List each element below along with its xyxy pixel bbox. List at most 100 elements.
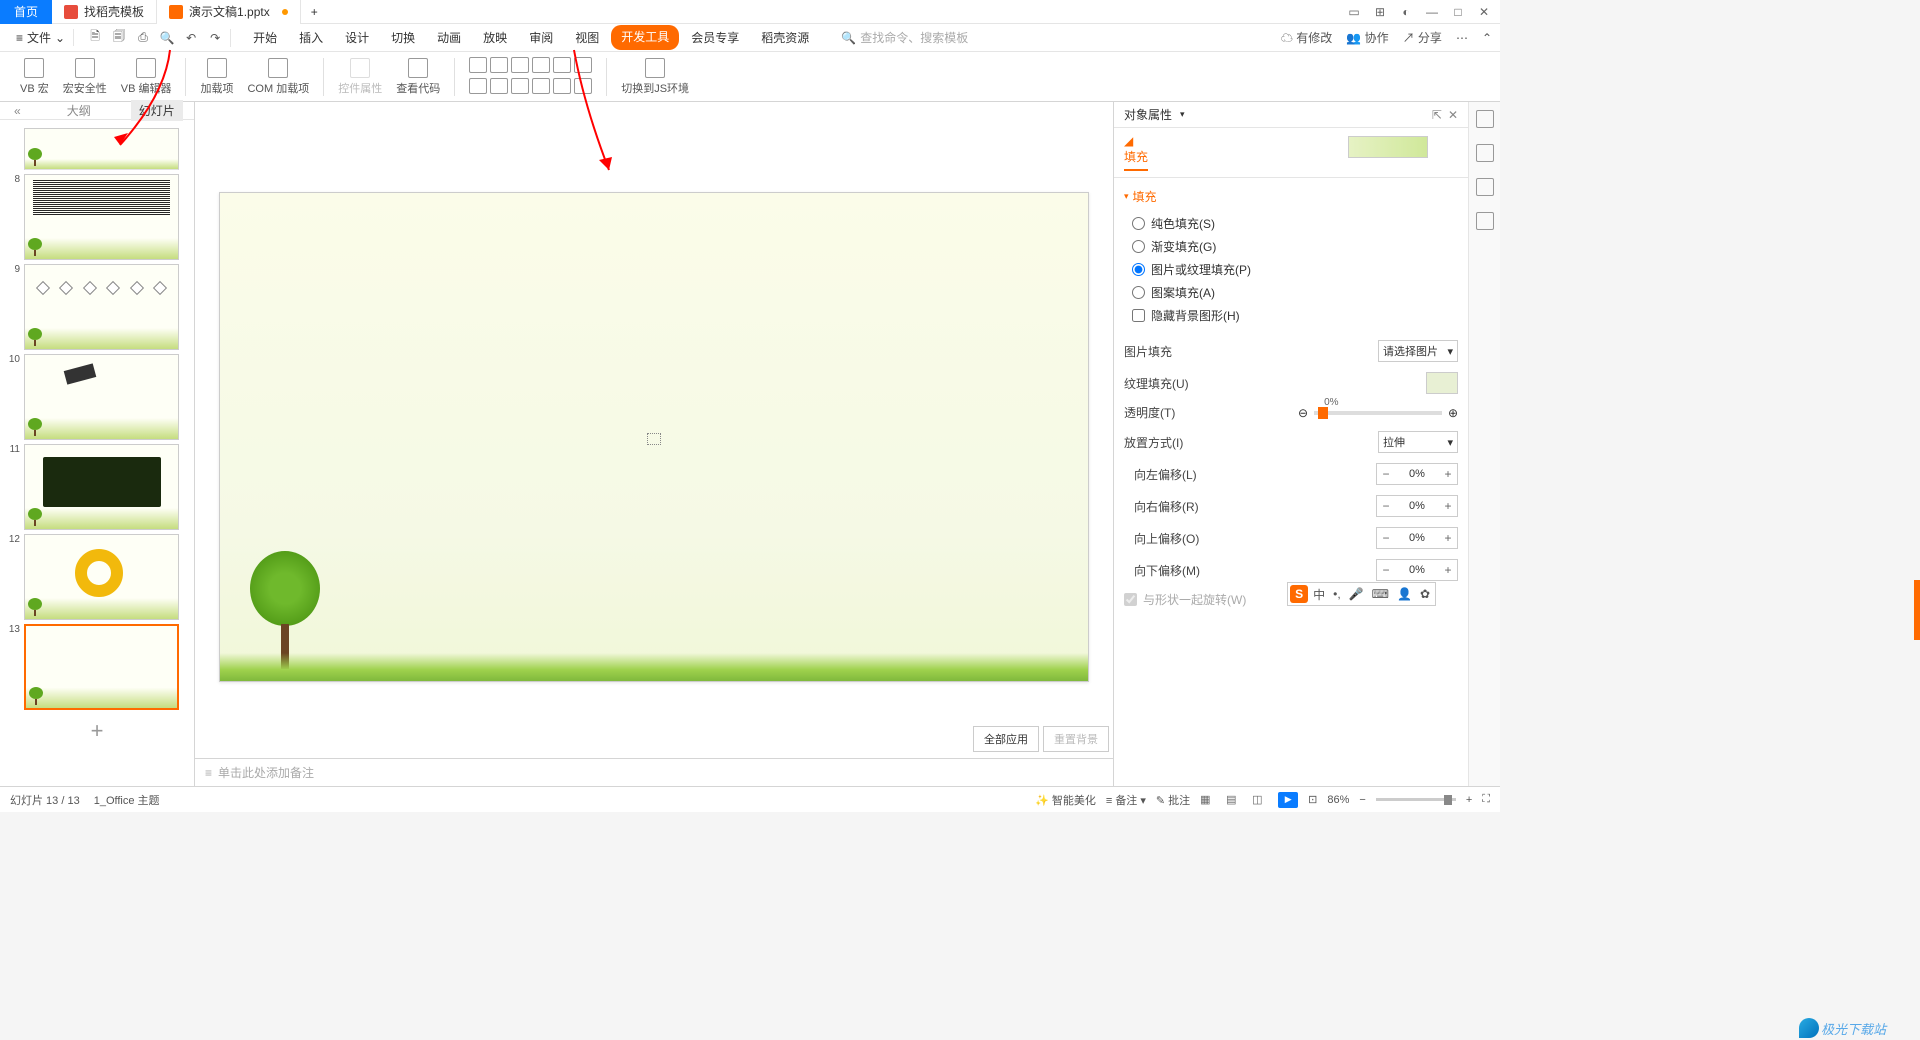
control-icon[interactable]: [532, 78, 550, 94]
thumb-row[interactable]: 12: [0, 532, 194, 622]
radio-gradient[interactable]: 渐变填充(G): [1132, 238, 1458, 255]
control-icon[interactable]: [490, 78, 508, 94]
sidebar-tool-icon[interactable]: [1476, 144, 1494, 162]
control-icon[interactable]: [574, 57, 592, 73]
menu-insert[interactable]: 插入: [289, 25, 333, 50]
chevron-down-icon[interactable]: ▾: [1180, 109, 1185, 120]
slide-canvas[interactable]: [219, 192, 1089, 682]
apps-icon[interactable]: ⊞: [1372, 4, 1388, 20]
section-fill[interactable]: 填充: [1124, 188, 1458, 205]
vb-macro-button[interactable]: VB 宏: [20, 58, 49, 96]
tab-home[interactable]: 首页: [0, 0, 52, 24]
collapse-button[interactable]: «: [8, 102, 27, 120]
tab-add-button[interactable]: +: [301, 5, 328, 19]
zoom-in-icon[interactable]: +: [1466, 794, 1472, 806]
menu-start[interactable]: 开始: [243, 25, 287, 50]
tab-presentation[interactable]: 演示文稿1.pptx: [157, 0, 301, 24]
fullscreen-icon[interactable]: ⛶: [1482, 793, 1490, 806]
thumb-11[interactable]: [24, 444, 179, 530]
undo-icon[interactable]: ↶: [182, 29, 200, 47]
select-picture[interactable]: 请选择图片▾: [1378, 340, 1458, 362]
ime-item[interactable]: 中: [1310, 586, 1328, 603]
sidebar-tool-icon[interactable]: [1476, 178, 1494, 196]
minimize-icon[interactable]: —: [1424, 4, 1440, 20]
menu-design[interactable]: 设计: [335, 25, 379, 50]
collapse-ribbon-icon[interactable]: ⌃: [1482, 31, 1492, 45]
view-code-button[interactable]: 查看代码: [396, 58, 440, 96]
notes-placeholder[interactable]: 单击此处添加备注: [218, 764, 314, 781]
texture-swatch[interactable]: [1426, 372, 1458, 394]
user-icon[interactable]: ◐: [1398, 4, 1414, 20]
tab-template[interactable]: 找稻壳模板: [52, 0, 157, 24]
redo-icon[interactable]: ↷: [206, 29, 224, 47]
macro-security-button[interactable]: 宏安全性: [63, 58, 107, 96]
fit-icon[interactable]: ⊡: [1308, 793, 1317, 806]
zoom-value[interactable]: 86%: [1327, 794, 1349, 806]
transparency-slider[interactable]: 0%: [1314, 411, 1442, 415]
view-read-icon[interactable]: ◫: [1252, 793, 1268, 807]
ime-item[interactable]: ✿: [1417, 587, 1433, 601]
menu-slideshow[interactable]: 放映: [473, 25, 517, 50]
apply-all-button[interactable]: 全部应用: [973, 726, 1039, 752]
add-slide-button[interactable]: +: [0, 712, 194, 750]
share-button[interactable]: ↗ 分享: [1403, 29, 1442, 46]
radio-picture[interactable]: 图片或纹理填充(P): [1132, 261, 1458, 278]
fill-subtab[interactable]: 填充: [1124, 148, 1148, 171]
preview-icon[interactable]: 🔍: [158, 29, 176, 47]
sidebar-tool-icon[interactable]: [1476, 110, 1494, 128]
ime-item[interactable]: 👤: [1394, 587, 1415, 601]
ime-item[interactable]: ⌨: [1369, 587, 1392, 601]
beautify-button[interactable]: ✨ 智能美化: [1035, 792, 1096, 808]
ime-item[interactable]: •,: [1330, 587, 1344, 601]
more-icon[interactable]: ⋯: [1456, 31, 1468, 45]
comment-button[interactable]: ✎ 批注: [1156, 792, 1190, 808]
menu-review[interactable]: 审阅: [519, 25, 563, 50]
select-tile[interactable]: 拉伸▾: [1378, 431, 1458, 453]
radio-pattern[interactable]: 图案填充(A): [1132, 284, 1458, 301]
ime-toolbar[interactable]: S 中 •, 🎤 ⌨ 👤 ✿: [1287, 582, 1436, 606]
sidebar-tool-icon[interactable]: [1476, 212, 1494, 230]
edit-marker[interactable]: [647, 433, 661, 445]
control-icon[interactable]: [511, 57, 529, 73]
control-icon[interactable]: [469, 78, 487, 94]
control-icon[interactable]: [574, 78, 592, 94]
maximize-icon[interactable]: □: [1450, 4, 1466, 20]
plus-icon[interactable]: ⊕: [1448, 406, 1458, 420]
menu-animation[interactable]: 动画: [427, 25, 471, 50]
spin-offset-d[interactable]: −0%+: [1376, 559, 1458, 581]
com-addins-button[interactable]: COM 加载项: [247, 58, 309, 96]
print-icon[interactable]: ⎙: [134, 29, 152, 47]
side-tab[interactable]: [1914, 580, 1920, 640]
ime-item[interactable]: 🎤: [1346, 587, 1367, 601]
control-icon[interactable]: [469, 57, 487, 73]
zoom-slider[interactable]: [1376, 798, 1456, 801]
vb-editor-button[interactable]: VB 编辑器: [121, 58, 172, 96]
thumb-8[interactable]: [24, 174, 179, 260]
pending-changes[interactable]: ☁ 有修改: [1281, 29, 1332, 46]
thumb-row[interactable]: 11: [0, 442, 194, 532]
addins-button[interactable]: 加载项: [200, 58, 233, 96]
play-button[interactable]: ▶: [1278, 792, 1298, 808]
spin-offset-u[interactable]: −0%+: [1376, 527, 1458, 549]
minus-icon[interactable]: ⊖: [1298, 406, 1308, 420]
notes-button[interactable]: ≡ 备注 ▾: [1106, 792, 1146, 808]
close-icon[interactable]: ✕: [1476, 4, 1492, 20]
check-hide[interactable]: 隐藏背景图形(H): [1132, 307, 1458, 324]
switch-js-button[interactable]: 切换到JS环境: [621, 58, 689, 96]
menu-view[interactable]: 视图: [565, 25, 609, 50]
control-icon[interactable]: [553, 57, 571, 73]
save-icon[interactable]: 🗎: [86, 29, 104, 47]
thumb-partial[interactable]: [24, 128, 179, 170]
thumb-row[interactable]: 13: [0, 622, 194, 712]
view-sorter-icon[interactable]: ▤: [1226, 793, 1242, 807]
thumb-12[interactable]: [24, 534, 179, 620]
thumb-10[interactable]: [24, 354, 179, 440]
thumb-row[interactable]: 9: [0, 262, 194, 352]
zoom-out-icon[interactable]: −: [1359, 794, 1365, 806]
control-icon[interactable]: [532, 57, 550, 73]
outline-tab[interactable]: 大纲: [67, 102, 91, 119]
thumb-9[interactable]: [24, 264, 179, 350]
control-icon[interactable]: [553, 78, 571, 94]
close-panel-icon[interactable]: ✕: [1448, 108, 1458, 122]
spin-offset-l[interactable]: −0%+: [1376, 463, 1458, 485]
